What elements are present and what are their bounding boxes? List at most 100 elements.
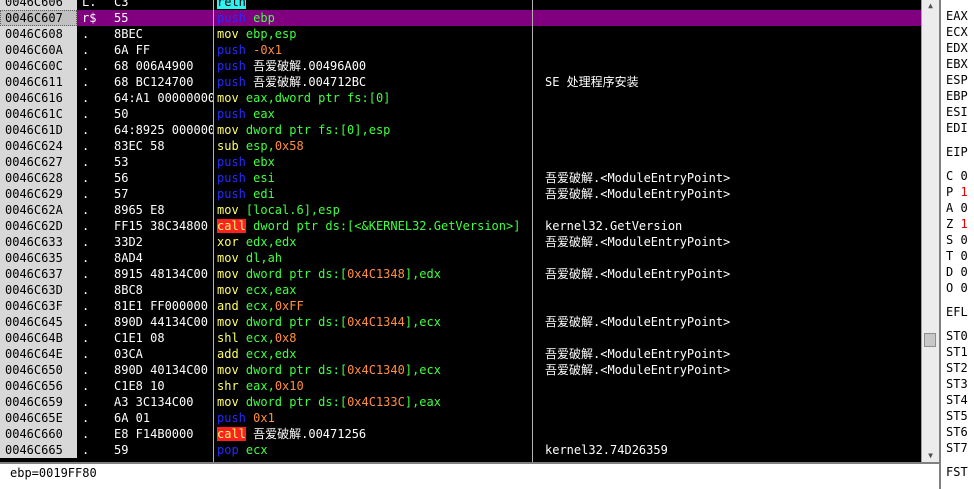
disasm-row[interactable]: 0046C61C. 50 push eax xyxy=(0,106,921,122)
row-instruction[interactable]: retn xyxy=(217,0,532,10)
row-instruction[interactable]: shl ecx,0x8 xyxy=(217,330,532,346)
row-address[interactable]: 0046C665 xyxy=(0,442,77,458)
row-instruction[interactable]: pop ecx xyxy=(217,442,532,458)
row-instruction[interactable]: mov dword ptr ds:[0x4C133C],eax xyxy=(217,394,532,410)
row-address[interactable]: 0046C61C xyxy=(0,106,77,122)
register-eax[interactable]: EAX xyxy=(946,8,974,24)
row-address[interactable]: 0046C60A xyxy=(0,42,77,58)
disasm-row[interactable]: 0046C659. A3 3C134C00 mov dword ptr ds:[0x… xyxy=(0,394,921,410)
disasm-row[interactable]: 0046C608. 8BEC mov ebp,esp xyxy=(0,26,921,42)
row-address[interactable]: 0046C628 xyxy=(0,170,77,186)
row-instruction[interactable]: push ebx xyxy=(217,154,532,170)
row-address[interactable]: 0046C606 xyxy=(0,0,77,10)
row-instruction[interactable]: mov dword ptr fs:[0],esp xyxy=(217,122,532,138)
disasm-row[interactable]: 0046C616. 64:A1 00000000 mov eax,dword ptr… xyxy=(0,90,921,106)
flag-c[interactable]: C 0 xyxy=(946,168,974,184)
row-instruction[interactable]: push edi xyxy=(217,186,532,202)
row-instruction[interactable]: and ecx,0xFF xyxy=(217,298,532,314)
row-instruction[interactable]: mov eax,dword ptr fs:[0] xyxy=(217,90,532,106)
disasm-row[interactable]: 0046C606 L. C3 retn xyxy=(0,0,921,10)
disasm-row[interactable]: 0046C645. 890D 44134C00 mov dword ptr ds:[… xyxy=(0,314,921,330)
row-address[interactable]: 0046C607 xyxy=(0,10,77,26)
fpu-st3[interactable]: ST3 xyxy=(946,376,974,392)
register-edx[interactable]: EDX xyxy=(946,40,974,56)
disasm-row[interactable]: 0046C656. C1E8 10 shr eax,0x10 xyxy=(0,378,921,394)
row-instruction[interactable]: push -0x1 xyxy=(217,42,532,58)
flag-a[interactable]: A 0 xyxy=(946,200,974,216)
disasm-row[interactable]: 0046C637. 8915 48134C00 mov dword ptr ds:[… xyxy=(0,266,921,282)
row-instruction[interactable]: push esi xyxy=(217,170,532,186)
register-ebx[interactable]: EBX xyxy=(946,56,974,72)
register-ecx[interactable]: ECX xyxy=(946,24,974,40)
register-eip[interactable]: EIP xyxy=(946,144,974,160)
row-instruction[interactable]: mov dword ptr ds:[0x4C1344],ecx xyxy=(217,314,532,330)
row-address[interactable]: 0046C611 xyxy=(0,74,77,90)
disasm-row[interactable]: 0046C64E. 03CA add ecx,edx 吾爱破解.<ModuleEntr… xyxy=(0,346,921,362)
disassembly-pane[interactable]: 0046C606 L. C3 retn 0046C607 r$ 55 push ebp 0046… xyxy=(0,0,921,462)
fpu-st2[interactable]: ST2 xyxy=(946,360,974,376)
disassembly-scrollbar[interactable]: ▲ ▼ xyxy=(921,0,939,462)
scroll-up-icon[interactable]: ▲ xyxy=(925,2,936,10)
row-address[interactable]: 0046C629 xyxy=(0,186,77,202)
flag-t[interactable]: T 0 xyxy=(946,248,974,264)
fpu-st4[interactable]: ST4 xyxy=(946,392,974,408)
row-address[interactable]: 0046C62D xyxy=(0,218,77,234)
row-instruction[interactable]: shr eax,0x10 xyxy=(217,378,532,394)
fpu-st5[interactable]: ST5 xyxy=(946,408,974,424)
disasm-row[interactable]: 0046C629. 57 push edi 吾爱破解.<ModuleEntryPoin… xyxy=(0,186,921,202)
row-address[interactable]: 0046C624 xyxy=(0,138,77,154)
flag-d[interactable]: D 0 xyxy=(946,264,974,280)
disasm-row[interactable]: 0046C627. 53 push ebx xyxy=(0,154,921,170)
row-instruction[interactable]: push eax xyxy=(217,106,532,122)
row-address[interactable]: 0046C608 xyxy=(0,26,77,42)
disasm-row[interactable]: 0046C62D. FF15 38C34800 call dword ptr ds:… xyxy=(0,218,921,234)
row-address[interactable]: 0046C616 xyxy=(0,90,77,106)
register-edi[interactable]: EDI xyxy=(946,120,974,136)
flag-z[interactable]: Z 1 xyxy=(946,216,974,232)
row-address[interactable]: 0046C660 xyxy=(0,426,77,442)
row-address[interactable]: 0046C659 xyxy=(0,394,77,410)
row-address[interactable]: 0046C656 xyxy=(0,378,77,394)
row-address[interactable]: 0046C650 xyxy=(0,362,77,378)
row-address[interactable]: 0046C64B xyxy=(0,330,77,346)
row-instruction[interactable]: push 吾爱破解.004712BC xyxy=(217,74,532,90)
row-instruction[interactable]: mov dword ptr ds:[0x4C1348],edx xyxy=(217,266,532,282)
register-esi[interactable]: ESI xyxy=(946,104,974,120)
register-efl[interactable]: EFL xyxy=(946,304,974,320)
row-address[interactable]: 0046C63D xyxy=(0,282,77,298)
disasm-row[interactable]: 0046C650. 890D 40134C00 mov dword ptr ds:[… xyxy=(0,362,921,378)
row-address[interactable]: 0046C61D xyxy=(0,122,77,138)
row-address[interactable]: 0046C633 xyxy=(0,234,77,250)
disasm-row[interactable]: 0046C60C. 68 006A4900 push 吾爱破解.00496A00 xyxy=(0,58,921,74)
disasm-row[interactable]: 0046C60A. 6A FF push -0x1 xyxy=(0,42,921,58)
row-instruction[interactable]: add ecx,edx xyxy=(217,346,532,362)
scroll-thumb[interactable] xyxy=(924,333,936,347)
registers-pane[interactable]: EAX ECX EDX EBX ESP EBP ESI EDI EIP C 0P 1A 0Z 1S… xyxy=(939,0,974,489)
flag-o[interactable]: O 0 xyxy=(946,280,974,296)
row-instruction[interactable]: push ebp xyxy=(217,10,532,26)
disasm-row[interactable]: 0046C624. 83EC 58 sub esp,0x58 xyxy=(0,138,921,154)
flag-s[interactable]: S 0 xyxy=(946,232,974,248)
disasm-row[interactable]: 0046C61D. 64:8925 00000000mov dword ptr f… xyxy=(0,122,921,138)
scroll-down-icon[interactable]: ▼ xyxy=(925,452,936,460)
disasm-row[interactable]: 0046C628. 56 push esi 吾爱破解.<ModuleEntryPoin… xyxy=(0,170,921,186)
row-address[interactable]: 0046C635 xyxy=(0,250,77,266)
flag-p[interactable]: P 1 xyxy=(946,184,974,200)
disasm-row[interactable]: 0046C63D. 8BC8 mov ecx,eax xyxy=(0,282,921,298)
row-instruction[interactable]: sub esp,0x58 xyxy=(217,138,532,154)
row-instruction[interactable]: mov dword ptr ds:[0x4C1340],ecx xyxy=(217,362,532,378)
disasm-row[interactable]: 0046C62A. 8965 E8 mov [local.6],esp xyxy=(0,202,921,218)
row-instruction[interactable]: push 0x1 xyxy=(217,410,532,426)
register-ebp[interactable]: EBP xyxy=(946,88,974,104)
disasm-row[interactable]: 0046C64B. C1E1 08 shl ecx,0x8 xyxy=(0,330,921,346)
disasm-row[interactable]: 0046C65E. 6A 01 push 0x1 xyxy=(0,410,921,426)
disasm-row[interactable]: 0046C63F. 81E1 FF000000 and ecx,0xFF xyxy=(0,298,921,314)
fpu-st6[interactable]: ST6 xyxy=(946,424,974,440)
disasm-row[interactable]: 0046C611. 68 BC124700 push 吾爱破解.004712BC SE… xyxy=(0,74,921,90)
row-address[interactable]: 0046C637 xyxy=(0,266,77,282)
row-instruction[interactable]: push 吾爱破解.00496A00 xyxy=(217,58,532,74)
fpu-st1[interactable]: ST1 xyxy=(946,344,974,360)
row-instruction[interactable]: call dword ptr ds:[<&KERNEL32.GetVersion… xyxy=(217,218,532,234)
disasm-row[interactable]: 0046C607 r$ 55 push ebp xyxy=(0,10,921,26)
row-address[interactable]: 0046C62A xyxy=(0,202,77,218)
